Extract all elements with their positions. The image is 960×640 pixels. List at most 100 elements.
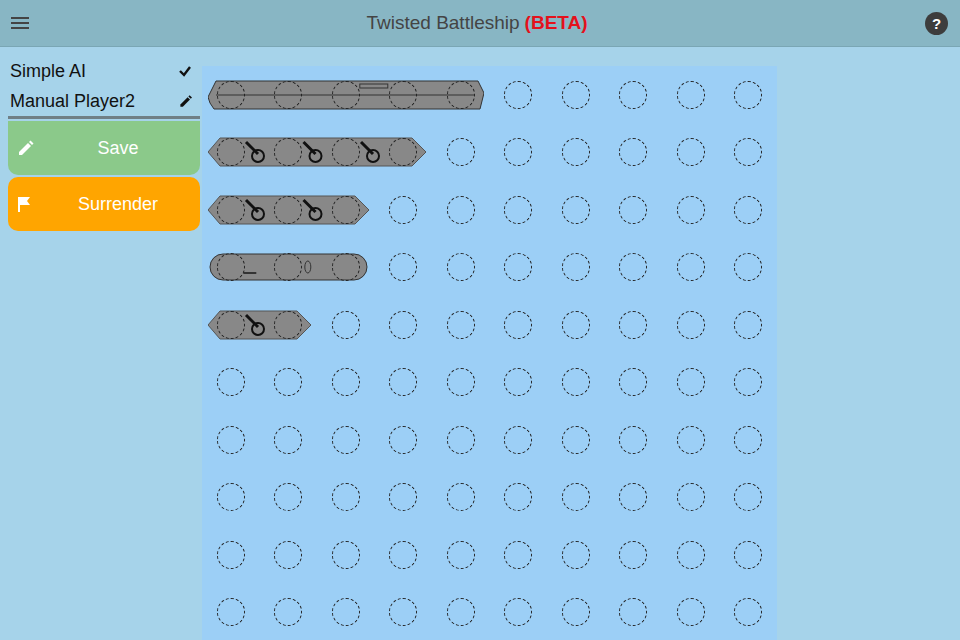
board-cell[interactable]	[605, 66, 663, 124]
board-cell[interactable]	[662, 354, 720, 412]
board-cell[interactable]	[317, 469, 375, 527]
save-button[interactable]: Save	[8, 121, 200, 175]
board-cell[interactable]	[662, 239, 720, 297]
ship[interactable]	[202, 181, 375, 239]
board-cell[interactable]	[375, 239, 433, 297]
board-cell[interactable]	[605, 124, 663, 182]
pencil-icon[interactable]	[178, 94, 192, 108]
board-cell[interactable]	[720, 296, 778, 354]
ship[interactable]	[202, 239, 375, 297]
ship[interactable]	[202, 66, 490, 124]
board-cell[interactable]	[432, 526, 490, 584]
board-cell[interactable]	[432, 181, 490, 239]
board-cell[interactable]	[260, 526, 318, 584]
board-cell[interactable]	[547, 124, 605, 182]
board-cell[interactable]	[662, 296, 720, 354]
board-cell[interactable]	[720, 584, 778, 640]
board-cell[interactable]	[547, 526, 605, 584]
board-cell[interactable]	[720, 124, 778, 182]
board-cell[interactable]	[605, 526, 663, 584]
board-cell[interactable]	[547, 469, 605, 527]
board-cell[interactable]	[260, 354, 318, 412]
board-cell[interactable]	[375, 181, 433, 239]
board-cell[interactable]	[547, 66, 605, 124]
board-cell[interactable]	[605, 296, 663, 354]
app-title: Twisted Battleship(BETA)	[366, 9, 587, 38]
player-item[interactable]: Simple AI	[8, 56, 200, 86]
board-cell[interactable]	[662, 124, 720, 182]
board-cell[interactable]	[662, 526, 720, 584]
board-cell[interactable]	[605, 584, 663, 640]
board-cell[interactable]	[605, 469, 663, 527]
board-cell[interactable]	[317, 584, 375, 640]
board-cell[interactable]	[490, 469, 548, 527]
board-cell[interactable]	[720, 239, 778, 297]
board-cell[interactable]	[202, 584, 260, 640]
board-cell[interactable]	[662, 181, 720, 239]
board-cell[interactable]	[662, 584, 720, 640]
board-cell[interactable]	[202, 469, 260, 527]
board-cell[interactable]	[490, 354, 548, 412]
board-cell[interactable]	[662, 411, 720, 469]
board-cell[interactable]	[547, 181, 605, 239]
board-cell[interactable]	[490, 296, 548, 354]
board-cell[interactable]	[490, 411, 548, 469]
board-cell[interactable]	[490, 239, 548, 297]
board-cell[interactable]	[432, 411, 490, 469]
board-cell[interactable]	[662, 66, 720, 124]
board-cell[interactable]	[317, 354, 375, 412]
board-cell[interactable]	[490, 181, 548, 239]
player-item[interactable]: Manual Player2	[8, 86, 200, 116]
button-label: Save	[97, 135, 138, 162]
surrender-button[interactable]: Surrender	[8, 177, 200, 231]
board-cell[interactable]	[375, 584, 433, 640]
board-cell[interactable]	[317, 296, 375, 354]
board-cell[interactable]	[490, 124, 548, 182]
board-cell[interactable]	[605, 354, 663, 412]
board-cell[interactable]	[202, 526, 260, 584]
board-cell[interactable]	[720, 411, 778, 469]
help-button[interactable]: ?	[925, 12, 948, 35]
board-cell[interactable]	[720, 181, 778, 239]
board-cell[interactable]	[375, 354, 433, 412]
board-cell[interactable]	[432, 584, 490, 640]
board-cell[interactable]	[432, 239, 490, 297]
board-cell[interactable]	[432, 354, 490, 412]
board-cell[interactable]	[375, 296, 433, 354]
board-cell[interactable]	[375, 411, 433, 469]
board-cell[interactable]	[432, 124, 490, 182]
board-cell[interactable]	[202, 354, 260, 412]
board-cell[interactable]	[662, 469, 720, 527]
board-cell[interactable]	[547, 296, 605, 354]
board-cell[interactable]	[375, 469, 433, 527]
board-cell[interactable]	[720, 354, 778, 412]
board-cell[interactable]	[490, 584, 548, 640]
target-icon	[562, 81, 590, 109]
board-cell[interactable]	[490, 66, 548, 124]
board-cell[interactable]	[490, 526, 548, 584]
game-board[interactable]	[202, 66, 777, 640]
board-cell[interactable]	[202, 411, 260, 469]
board-cell[interactable]	[547, 584, 605, 640]
board-cell[interactable]	[605, 181, 663, 239]
board-cell[interactable]	[317, 526, 375, 584]
ship[interactable]	[202, 296, 317, 354]
board-cell[interactable]	[547, 411, 605, 469]
board-cell[interactable]	[432, 469, 490, 527]
ship[interactable]	[202, 124, 432, 182]
board-cell[interactable]	[375, 526, 433, 584]
board-cell[interactable]	[605, 411, 663, 469]
board-cell[interactable]	[720, 66, 778, 124]
board-cell[interactable]	[720, 469, 778, 527]
board-cell[interactable]	[317, 411, 375, 469]
board-cell[interactable]	[547, 239, 605, 297]
board-cell[interactable]	[260, 411, 318, 469]
board-cell[interactable]	[547, 354, 605, 412]
board-cell[interactable]	[260, 469, 318, 527]
target-icon	[447, 483, 475, 511]
menu-icon[interactable]	[11, 16, 29, 30]
board-cell[interactable]	[260, 584, 318, 640]
board-cell[interactable]	[720, 526, 778, 584]
board-cell[interactable]	[432, 296, 490, 354]
board-cell[interactable]	[605, 239, 663, 297]
